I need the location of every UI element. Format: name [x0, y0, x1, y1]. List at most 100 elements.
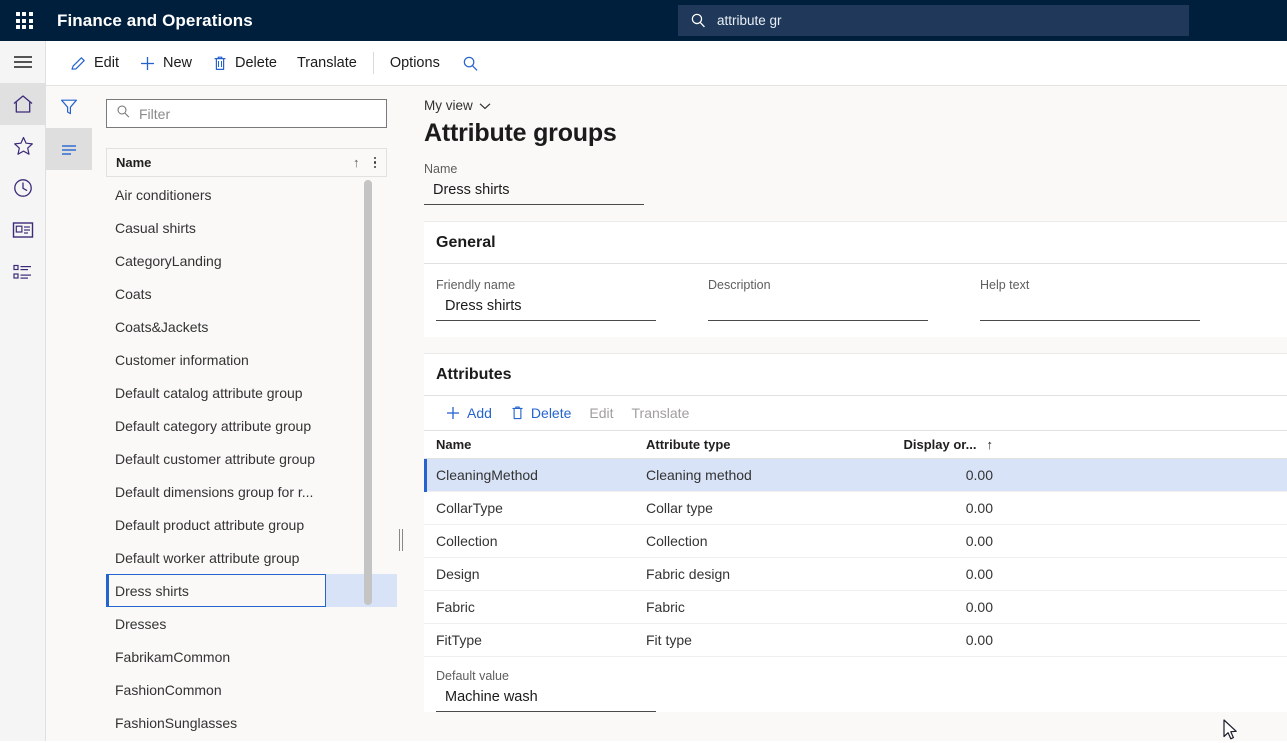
list-item-label: Coats [115, 286, 152, 302]
cell-name: FitType [424, 632, 646, 648]
list-item[interactable]: FashionCommon [106, 673, 401, 706]
new-label: New [163, 55, 192, 71]
help-text-input[interactable] [980, 296, 1200, 321]
list-item[interactable]: Coats [106, 277, 401, 310]
list-item-label: Dress shirts [115, 583, 189, 599]
list-scrollbar-thumb[interactable] [364, 180, 372, 605]
options-button[interactable]: Options [380, 41, 450, 86]
list-item-label: FabrikamCommon [115, 649, 230, 665]
attributes-section: Attributes Add Delete [424, 353, 1287, 712]
list-item[interactable]: Air conditioners [106, 178, 401, 211]
column-header-name[interactable]: Name [424, 437, 646, 452]
default-value-field-group: Default value Machine wash [436, 669, 656, 712]
attributes-delete-label: Delete [531, 405, 571, 421]
trash-icon [212, 55, 228, 72]
home-icon[interactable] [0, 83, 46, 125]
attributes-table-header: Name Attribute type Display or... ↑ [424, 431, 1287, 459]
search-icon [462, 55, 479, 72]
cell-attribute-type: Cleaning method [646, 467, 868, 483]
chevron-down-icon [479, 98, 491, 113]
clock-icon[interactable] [0, 167, 46, 209]
command-search-button[interactable] [450, 41, 498, 86]
general-section-header[interactable]: General [424, 222, 1287, 264]
list-item[interactable]: Dresses [106, 607, 401, 640]
default-value-label: Default value [436, 669, 656, 683]
attributes-translate-label: Translate [632, 405, 690, 421]
description-input[interactable] [708, 296, 928, 321]
list-item[interactable]: Customer information [106, 343, 401, 376]
app-launcher-icon[interactable] [0, 0, 48, 41]
mouse-cursor [1222, 719, 1240, 743]
name-field-group: Name Dress shirts [424, 162, 644, 205]
friendly-name-input[interactable]: Dress shirts [436, 296, 656, 321]
splitter-grip-icon [399, 529, 403, 551]
cell-display-order: 0.00 [868, 500, 993, 516]
list-pane-tool-rail [46, 86, 92, 741]
translate-button[interactable]: Translate [287, 41, 367, 86]
list-item-label: FashionCommon [115, 682, 222, 698]
pane-splitter[interactable] [397, 86, 404, 741]
command-separator [373, 52, 374, 74]
more-vertical-icon[interactable] [374, 157, 377, 169]
cell-name: Collection [424, 533, 646, 549]
attributes-add-button[interactable]: Add [436, 396, 501, 430]
column-header-display-order[interactable]: Display or... ↑ [868, 437, 993, 452]
description-label: Description [708, 278, 928, 292]
workspace-icon[interactable] [0, 209, 46, 251]
list-item[interactable]: FabrikamCommon [106, 640, 401, 673]
table-row[interactable]: FitTypeFit type0.00 [424, 624, 1287, 657]
table-row[interactable]: CollectionCollection0.00 [424, 525, 1287, 558]
cell-attribute-type: Fabric [646, 599, 868, 615]
table-row[interactable]: DesignFabric design0.00 [424, 558, 1287, 591]
list-item[interactable]: Default worker attribute group [106, 541, 401, 574]
table-row[interactable]: FabricFabric0.00 [424, 591, 1287, 624]
command-bar: Edit New Delete Translate Options [46, 41, 1287, 86]
list-rows-container[interactable]: Air conditionersCasual shirtsCategoryLan… [106, 178, 401, 741]
funnel-filter-icon[interactable] [46, 86, 92, 128]
list-item[interactable]: FashionSunglasses [106, 706, 401, 739]
new-button[interactable]: New [129, 41, 202, 86]
list-item-label: Dresses [115, 616, 166, 632]
cell-attribute-type: Collection [646, 533, 868, 549]
default-value-input[interactable]: Machine wash [436, 687, 656, 712]
table-row[interactable]: CollarTypeCollar type0.00 [424, 492, 1287, 525]
list-item-label: Default worker attribute group [115, 550, 299, 566]
list-item[interactable]: Default customer attribute group [106, 442, 401, 475]
name-field-label: Name [424, 162, 644, 176]
edit-button[interactable]: Edit [60, 41, 129, 86]
sort-ascending-icon: ↑ [987, 437, 994, 452]
list-item[interactable]: Coats&Jackets [106, 310, 401, 343]
star-icon[interactable] [0, 125, 46, 167]
global-search-box[interactable]: attribute gr [678, 5, 1189, 36]
list-item[interactable]: Default dimensions group for r... [106, 475, 401, 508]
cell-name: Fabric [424, 599, 646, 615]
cell-display-order: 0.00 [868, 467, 993, 483]
list-item-label: Default customer attribute group [115, 451, 315, 467]
attributes-section-header[interactable]: Attributes [424, 354, 1287, 396]
plus-icon [445, 405, 461, 421]
list-item[interactable]: Default product attribute group [106, 508, 401, 541]
list-lines-icon[interactable] [46, 128, 92, 170]
delete-button[interactable]: Delete [202, 41, 287, 86]
list-item[interactable]: Casual shirts [106, 211, 401, 244]
list-item[interactable]: Dress shirts [106, 574, 401, 607]
hamburger-menu-icon[interactable] [0, 41, 46, 83]
cell-attribute-type: Fabric design [646, 566, 868, 582]
list-item[interactable]: Default catalog attribute group [106, 376, 401, 409]
attributes-delete-button[interactable]: Delete [501, 396, 580, 430]
list-item-selection-bar [106, 574, 109, 607]
name-field-input[interactable]: Dress shirts [424, 180, 644, 205]
list-item[interactable]: CategoryLanding [106, 244, 401, 277]
list-item[interactable]: Default category attribute group [106, 409, 401, 442]
table-row[interactable]: CleaningMethodCleaning method0.00 [424, 459, 1287, 492]
list-icon[interactable] [0, 251, 46, 293]
attributes-add-label: Add [467, 405, 492, 421]
cell-attribute-type: Fit type [646, 632, 868, 648]
list-item-label: Default dimensions group for r... [115, 484, 313, 500]
options-label: Options [390, 55, 440, 71]
list-column-header[interactable]: Name ↑ [106, 148, 387, 177]
view-selector[interactable]: My view [424, 98, 491, 113]
column-header-display-order-label: Display or... [904, 437, 977, 452]
filter-input[interactable]: Filter [106, 99, 387, 128]
column-header-attribute-type[interactable]: Attribute type [646, 437, 868, 452]
